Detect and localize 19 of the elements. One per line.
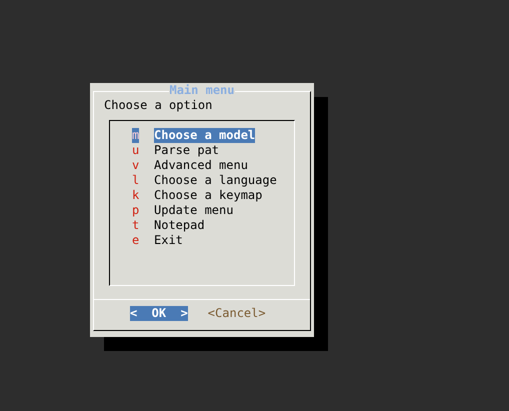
menu-item[interactable]: Notepad bbox=[154, 218, 205, 233]
hotkey-letter: p bbox=[132, 203, 140, 218]
menu-item[interactable]: Advanced menu bbox=[154, 158, 248, 173]
dialog-button[interactable]: <Cancel> bbox=[208, 306, 266, 321]
hotkey-letter: e bbox=[132, 233, 140, 248]
menu-item[interactable]: Choose a keymap bbox=[154, 188, 262, 203]
dialog-button[interactable]: < OK > bbox=[130, 306, 188, 321]
hotkey-letter: u bbox=[132, 143, 140, 158]
hotkey-letter: k bbox=[132, 188, 140, 203]
hotkey-letter: m bbox=[132, 128, 139, 143]
hotkey-letter: v bbox=[132, 158, 140, 173]
menu-item[interactable]: Update menu bbox=[154, 203, 234, 218]
hotkey-letter: l bbox=[132, 173, 140, 188]
menu-item[interactable]: Choose a model bbox=[154, 128, 256, 143]
prompt-text: Choose a option bbox=[104, 98, 214, 113]
hotkey-letter: t bbox=[132, 218, 140, 233]
menu-item[interactable]: Exit bbox=[154, 233, 183, 248]
menu-item[interactable]: Parse pat bbox=[154, 143, 220, 158]
menu-item[interactable]: Choose a language bbox=[154, 173, 277, 188]
